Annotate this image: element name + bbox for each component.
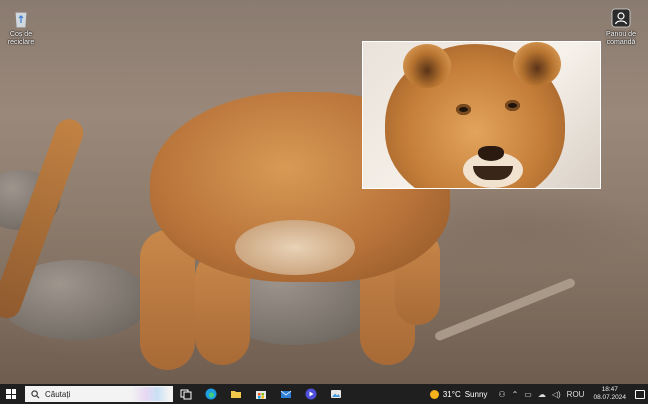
system-tray: 31°C Sunny ⚇ ⌃ ▭ ☁ ◁) ROU 18:47 08.07.20… — [422, 384, 648, 404]
weather-widget[interactable]: 31°C Sunny — [422, 389, 496, 399]
desktop-icon-control-panel[interactable]: Panou de comandă — [597, 7, 645, 47]
search-icon — [31, 389, 40, 398]
task-view-icon — [180, 389, 191, 400]
media-player-button[interactable] — [298, 384, 323, 404]
sun-icon — [429, 389, 439, 399]
start-button[interactable] — [0, 384, 22, 404]
recycle-bin-icon — [15, 12, 27, 28]
notification-icon — [635, 389, 645, 399]
search-highlight-art — [131, 387, 169, 401]
search-placeholder: Căutați — [45, 389, 71, 399]
cub-eye-right — [505, 100, 520, 111]
desktop-icon-label: Panou de comandă — [606, 31, 636, 46]
weather-condition: Sunny — [464, 389, 488, 399]
wallpaper-cub-belly — [235, 220, 355, 275]
task-view-button[interactable] — [173, 384, 198, 404]
cub-nose — [478, 146, 504, 161]
desktop-icon-recycle-bin[interactable]: Coș de reciclare — [0, 7, 45, 47]
cub-eye-left — [456, 104, 471, 115]
file-explorer-icon — [230, 391, 241, 398]
photo-viewer-window[interactable] — [362, 41, 601, 189]
chevron-up-icon[interactable]: ⌃ — [512, 390, 519, 399]
store-icon — [255, 391, 266, 399]
edge-icon — [205, 388, 216, 400]
cub-ear-left — [403, 44, 451, 88]
desktop: Coș de reciclare Panou de comandă — [0, 0, 648, 384]
notification-center-button[interactable] — [632, 384, 648, 404]
weather-temperature: 31°C — [442, 389, 461, 399]
store-button[interactable] — [248, 384, 273, 404]
clock-date: 08.07.2024 — [593, 394, 626, 401]
clock[interactable]: 18:47 08.07.2024 — [593, 386, 626, 402]
taskbar: Căutați 31°C Sunny ⚇ ⌃ ▭ ☁ ◁) ROU 18:47 … — [0, 384, 648, 404]
photos-button[interactable] — [323, 384, 348, 404]
edge-button[interactable] — [198, 384, 223, 404]
language-indicator[interactable]: ROU — [567, 390, 585, 399]
cloud-icon[interactable]: ☁ — [538, 390, 546, 399]
desktop-icon-label: Coș de reciclare — [7, 31, 35, 46]
wallpaper-stick — [433, 277, 577, 342]
windows-logo-icon — [6, 389, 16, 399]
network-icon[interactable]: ▭ — [524, 390, 532, 399]
volume-icon[interactable]: ◁) — [552, 390, 561, 399]
clock-time: 18:47 — [601, 386, 618, 393]
cub-ear-right — [513, 42, 561, 86]
media-player-icon — [305, 388, 316, 400]
search-box[interactable]: Căutați — [25, 386, 173, 402]
control-panel-icon — [611, 8, 631, 28]
mail-button[interactable] — [273, 384, 298, 404]
photos-icon — [330, 390, 341, 398]
mail-icon — [280, 390, 291, 398]
people-icon[interactable]: ⚇ — [498, 390, 505, 399]
file-explorer-button[interactable] — [223, 384, 248, 404]
